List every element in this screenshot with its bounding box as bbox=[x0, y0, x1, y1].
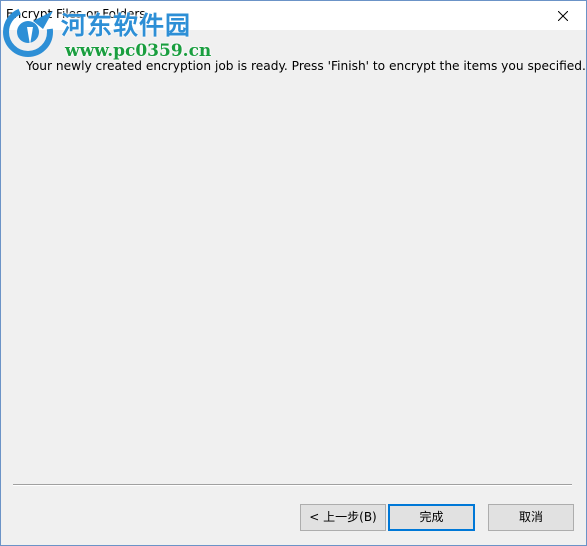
close-icon bbox=[558, 11, 568, 21]
close-button[interactable] bbox=[540, 1, 586, 30]
watermark-site-name: 河东软件园 bbox=[61, 11, 192, 40]
watermark-logo-icon bbox=[3, 7, 53, 57]
button-separator bbox=[13, 484, 572, 486]
watermark-url: www.pc0359.cn bbox=[65, 41, 212, 61]
site-watermark: 河东软件园 www.pc0359.cn bbox=[3, 3, 212, 63]
wizard-message: Your newly created encryption job is rea… bbox=[26, 59, 586, 73]
back-button[interactable]: < 上一步(B) bbox=[300, 504, 386, 531]
finish-button[interactable]: 完成 bbox=[388, 504, 475, 531]
cancel-button[interactable]: 取消 bbox=[488, 504, 574, 531]
encrypt-wizard-dialog: Encrypt Files or Folders 河东软件园 www.pc035… bbox=[0, 0, 587, 546]
